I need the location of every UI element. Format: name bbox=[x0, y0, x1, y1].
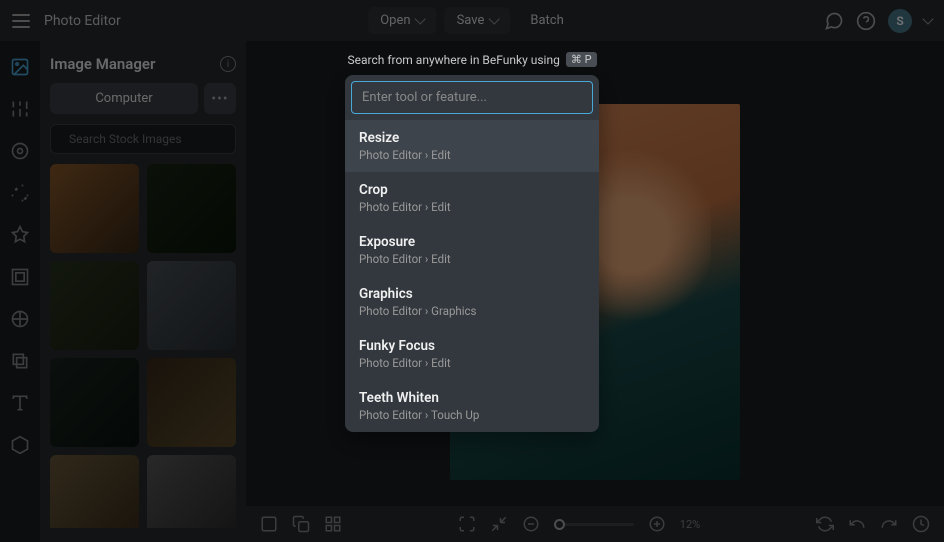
palette-item-funky-focus[interactable]: Funky Focus Photo Editor › Edit bbox=[345, 328, 599, 380]
kbd-shortcut: ⌘ P bbox=[566, 52, 597, 67]
command-palette: Resize Photo Editor › Edit Crop Photo Ed… bbox=[345, 75, 599, 432]
command-palette-overlay[interactable]: Search from anywhere in BeFunky using ⌘ … bbox=[0, 0, 944, 542]
palette-item-exposure[interactable]: Exposure Photo Editor › Edit bbox=[345, 224, 599, 276]
palette-item-crop[interactable]: Crop Photo Editor › Edit bbox=[345, 172, 599, 224]
palette-item-resize[interactable]: Resize Photo Editor › Edit bbox=[345, 120, 599, 172]
palette-list: Resize Photo Editor › Edit Crop Photo Ed… bbox=[345, 120, 599, 432]
palette-item-graphics[interactable]: Graphics Photo Editor › Graphics bbox=[345, 276, 599, 328]
palette-item-teeth-whiten[interactable]: Teeth Whiten Photo Editor › Touch Up bbox=[345, 380, 599, 432]
palette-search-input[interactable] bbox=[351, 81, 593, 114]
palette-hint: Search from anywhere in BeFunky using ⌘ … bbox=[347, 52, 596, 67]
